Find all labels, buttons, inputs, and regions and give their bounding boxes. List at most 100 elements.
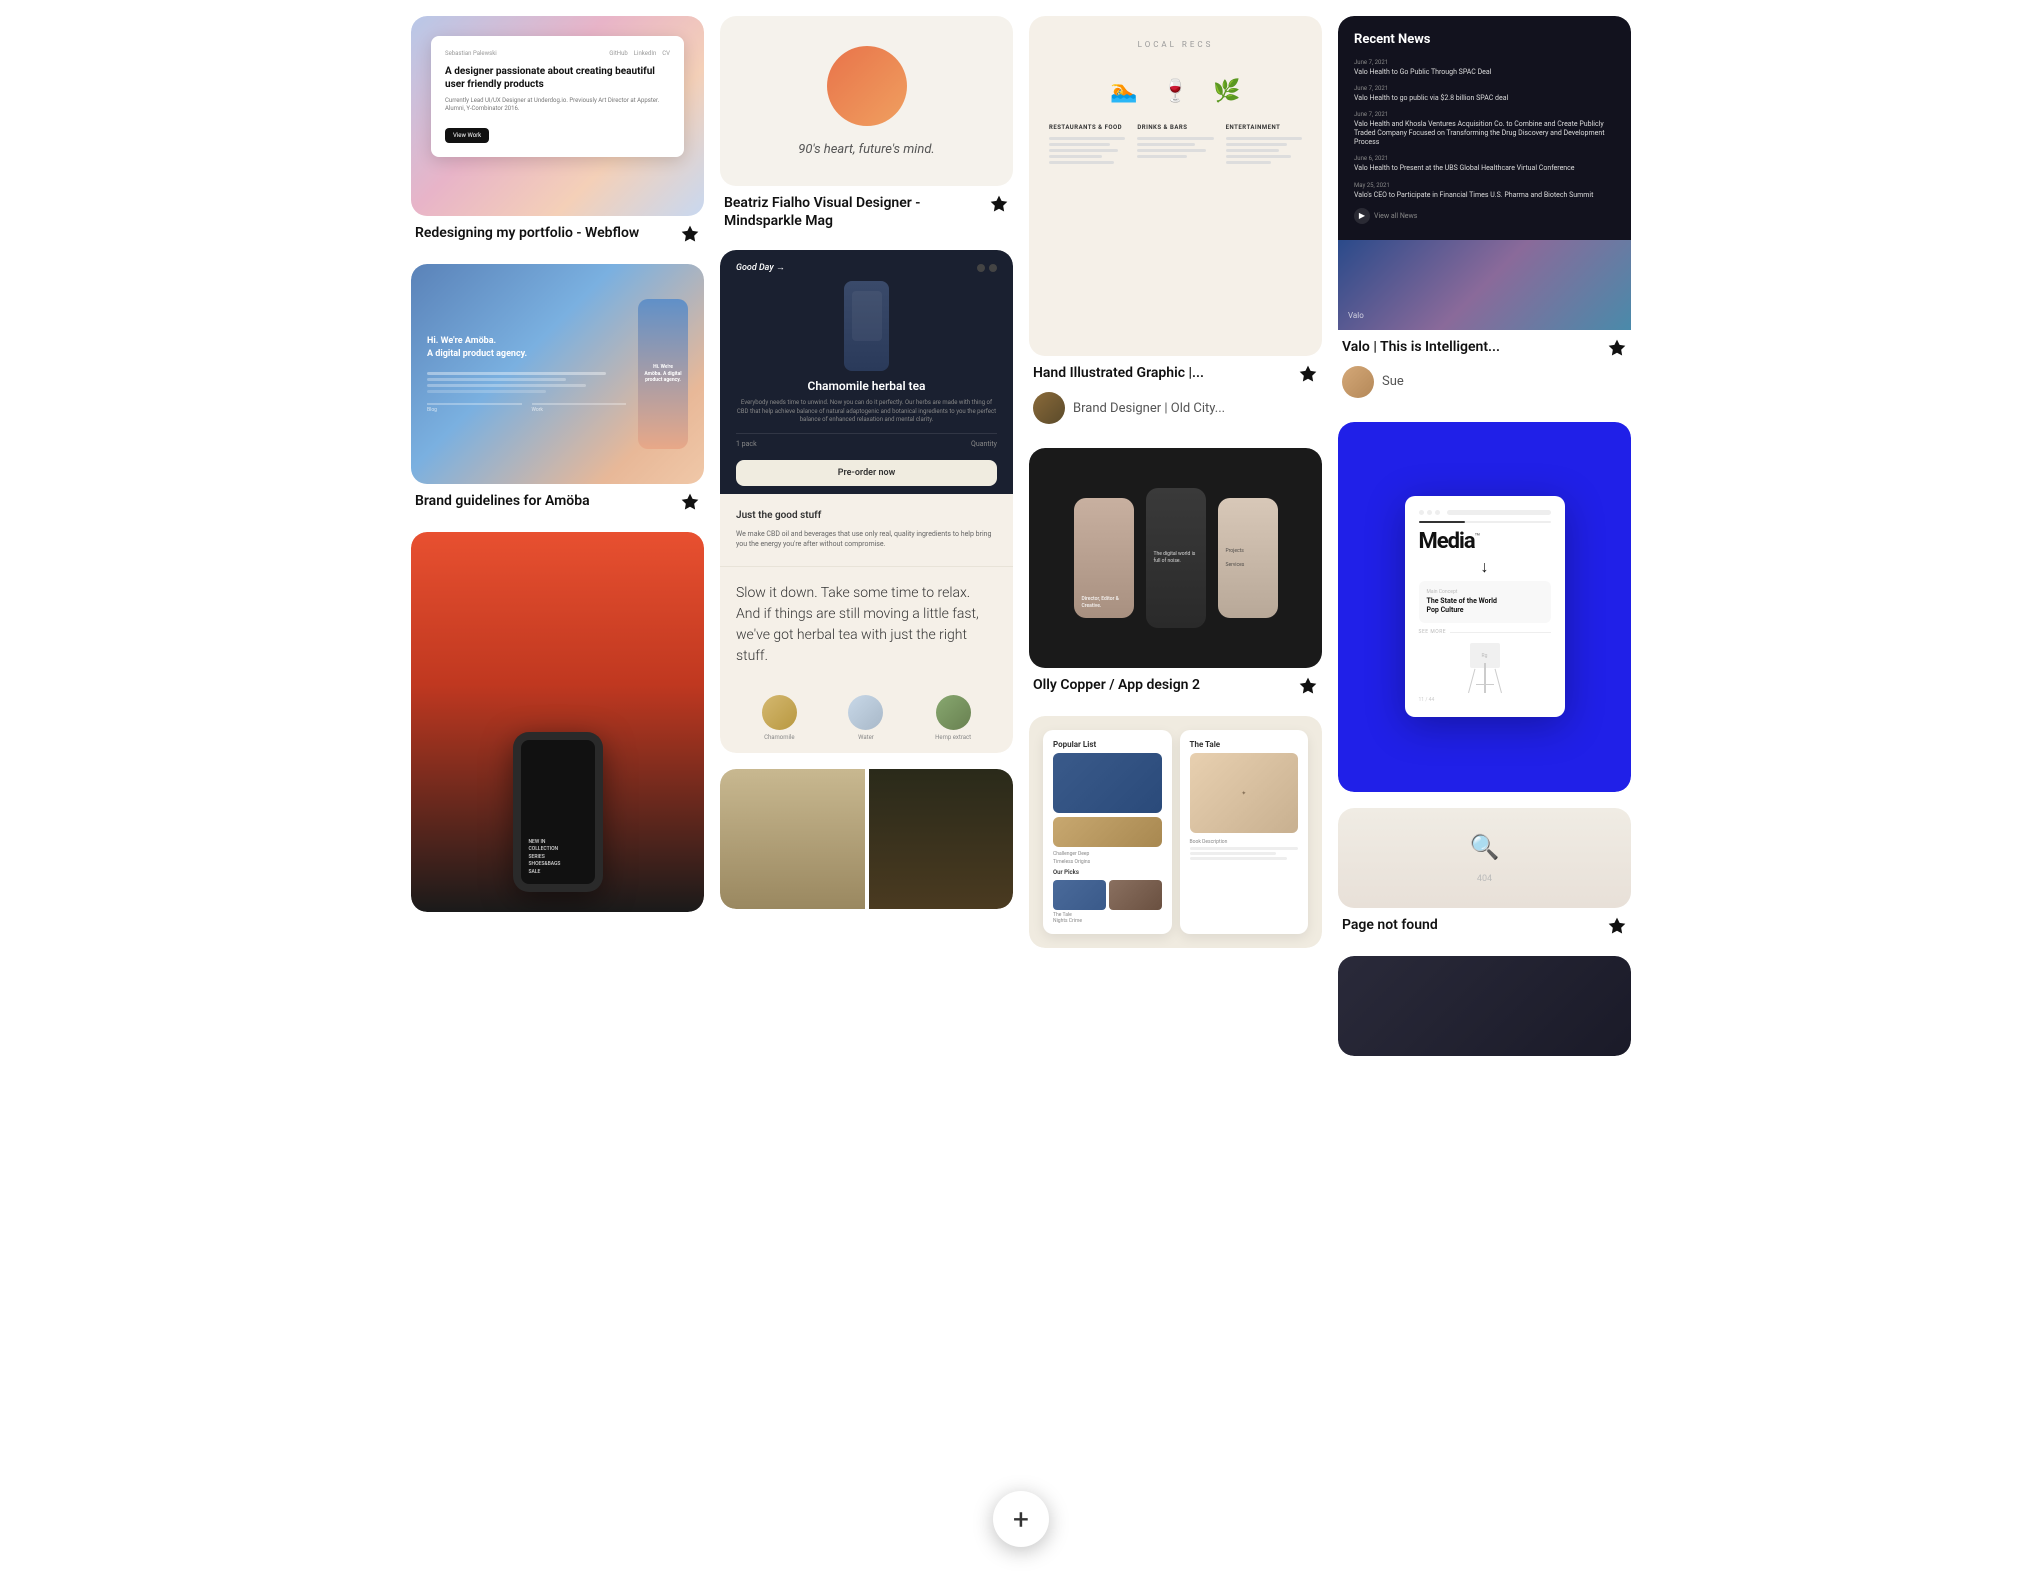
card-portfolio-meta: Redesigning my portfolio - Webflow bbox=[411, 216, 704, 248]
media-title-label: Media™ bbox=[1419, 531, 1551, 553]
amoba-phone-heading: Hi. We're Amöba. A digital product agenc… bbox=[644, 364, 682, 384]
valo-view-all[interactable]: ▶ View all News bbox=[1354, 208, 1615, 224]
local-recs-title: LOCAL RECS bbox=[1049, 40, 1302, 49]
tea-big-text: Slow it down. Take some time to relax. A… bbox=[736, 583, 997, 667]
card-books[interactable]: Popular List Challenger Deep Timeless Or… bbox=[1029, 716, 1322, 948]
tea-preorder-btn[interactable]: Pre-order now bbox=[736, 460, 997, 486]
herb-chamomile-label: Chamomile bbox=[762, 734, 797, 741]
add-button[interactable]: + bbox=[993, 1491, 1049, 1547]
card-local-recs-meta: Hand Illustrated Graphic |... bbox=[1029, 356, 1322, 388]
portfolio-btn[interactable]: View Work bbox=[445, 128, 489, 143]
media-tagline-1: The State of the World bbox=[1427, 597, 1543, 606]
bookmark-icon[interactable] bbox=[1607, 338, 1627, 358]
media-tagline-2: Pop Culture bbox=[1427, 606, 1543, 615]
bookmark-icon[interactable] bbox=[680, 492, 700, 512]
portfolio-name: Sebastian Palewski bbox=[445, 50, 497, 57]
column-1: Sebastian Palewski GitHub LinkedIn CV A … bbox=[411, 16, 704, 1056]
column-4: Recent News June 7, 2021 Valo Health to … bbox=[1338, 16, 1631, 1056]
news-item-5: May 25, 2021 Valo's CEO to Participate i… bbox=[1354, 182, 1615, 200]
author-avatar bbox=[1033, 392, 1065, 424]
card-portfolio-title: Redesigning my portfolio - Webflow bbox=[415, 224, 672, 242]
herb-chamomile: Chamomile bbox=[762, 695, 797, 741]
card-olly[interactable]: Director, Editor & Creative. The digital… bbox=[1029, 448, 1322, 700]
bookmark-icon[interactable] bbox=[1298, 364, 1318, 384]
portfolio-heading: A designer passionate about creating bea… bbox=[445, 65, 670, 91]
local-col-1: RESTAURANTS & FOOD bbox=[1049, 124, 1125, 167]
card-beatriz[interactable]: 90's heart, future's mind. Beatriz Fialh… bbox=[720, 16, 1013, 234]
local-icon-swim: 🏊 bbox=[1110, 79, 1137, 104]
books-phone2-desc-label: Book Description bbox=[1190, 839, 1299, 845]
card-amoba-title: Brand guidelines for Amöba bbox=[415, 492, 672, 510]
author-avatar-sue bbox=[1342, 366, 1374, 398]
card-local-recs[interactable]: LOCAL RECS 🏊 🍷 🌿 RESTAURANTS & FOOD bbox=[1029, 16, 1322, 432]
media-tagline-section: Main Concept The State of the World Pop … bbox=[1419, 581, 1551, 623]
card-local-recs-author[interactable]: Brand Designer | Old City... bbox=[1029, 388, 1322, 432]
media-see-more[interactable]: SEE MORE bbox=[1419, 629, 1447, 635]
portfolio-nav-2: LinkedIn bbox=[634, 50, 657, 57]
books-phone2-title: The Tale bbox=[1190, 740, 1299, 749]
card-olly-meta: Olly Copper / App design 2 bbox=[1029, 668, 1322, 700]
bookmark-icon[interactable] bbox=[989, 194, 1009, 214]
column-3: LOCAL RECS 🏊 🍷 🌿 RESTAURANTS & FOOD bbox=[1029, 16, 1322, 1056]
media-main-concept-label: Main Concept bbox=[1427, 589, 1543, 595]
bookmark-icon[interactable] bbox=[1298, 676, 1318, 696]
valo-recent-news-label: Recent News bbox=[1354, 32, 1615, 47]
tea-product-name: Chamomile herbal tea bbox=[736, 379, 997, 393]
tea-qty-label2: Quantity bbox=[971, 440, 997, 448]
local-icon-wine: 🍷 bbox=[1162, 79, 1189, 104]
media-arrow: ↓ bbox=[1419, 557, 1551, 577]
tea-desc: Everybody needs time to unwind. Now you … bbox=[736, 399, 997, 424]
page-not-found-label: 404 bbox=[1470, 873, 1500, 887]
card-valo-meta: Valo | This is Intelligent... bbox=[1338, 330, 1631, 362]
books-phone1-title: Popular List bbox=[1053, 740, 1162, 749]
column-2: 90's heart, future's mind. Beatriz Fialh… bbox=[720, 16, 1013, 1056]
local-col-1-title: RESTAURANTS & FOOD bbox=[1049, 124, 1125, 131]
bookmark-icon[interactable] bbox=[680, 224, 700, 244]
news-item-1: June 7, 2021 Valo Health to Go Public Th… bbox=[1354, 59, 1615, 77]
tea-body-text: We make CBD oil and beverages that use o… bbox=[736, 529, 997, 550]
local-col-3-title: ENTERTAINMENT bbox=[1226, 124, 1302, 131]
local-col-2: DRINKS & BARS bbox=[1137, 124, 1213, 167]
news-item-2: June 7, 2021 Valo Health to go public vi… bbox=[1354, 85, 1615, 103]
card-valo-title: Valo | This is Intelligent... bbox=[1342, 338, 1599, 356]
card-amoba[interactable]: Hi. We're Amöba.A digital product agency… bbox=[411, 264, 704, 516]
bookmark-icon[interactable] bbox=[1607, 916, 1627, 936]
card-beatriz-title: Beatriz Fialho Visual Designer - Mindspa… bbox=[724, 194, 981, 230]
olly-phone2-text: The digital world is full of noise. bbox=[1154, 551, 1198, 565]
card-tea[interactable]: Good Day → Chamomile herbal tea Everybod… bbox=[720, 250, 1013, 752]
author-name: Brand Designer | Old City... bbox=[1073, 401, 1225, 416]
card-valo[interactable]: Recent News June 7, 2021 Valo Health to … bbox=[1338, 16, 1631, 406]
beatriz-tagline: 90's heart, future's mind. bbox=[798, 142, 935, 157]
portfolio-sub: Currently Lead UI/UX Designer at Underdo… bbox=[445, 97, 670, 114]
herb-water: Water bbox=[848, 695, 883, 741]
herb-hemp: Hemp extract bbox=[935, 695, 971, 741]
card-nature[interactable] bbox=[720, 769, 1013, 909]
tea-section-title: Just the good stuff bbox=[736, 510, 997, 521]
card-page-not-found[interactable]: 🔍 404 Page not found bbox=[1338, 808, 1631, 940]
olly-phone1-text: Director, Editor & Creative. bbox=[1082, 596, 1126, 610]
valo-brand-label: Valo bbox=[1348, 311, 1364, 320]
tea-qty-label: 1 pack bbox=[736, 440, 757, 448]
news-item-4: June 6, 2021 Valo Health to Present at t… bbox=[1354, 155, 1615, 173]
valo-view-all-label: View all News bbox=[1374, 212, 1417, 220]
local-col-2-title: DRINKS & BARS bbox=[1137, 124, 1213, 131]
author-name-sue: Sue bbox=[1382, 374, 1404, 389]
card-media[interactable]: Media™ ↓ Main Concept The State of the W… bbox=[1338, 422, 1631, 792]
local-icon-plant: 🌿 bbox=[1213, 79, 1240, 104]
portfolio-nav-3: CV bbox=[662, 50, 670, 57]
olly-phone3-text: ProjectsServices bbox=[1226, 548, 1270, 569]
card-olly-title: Olly Copper / App design 2 bbox=[1033, 676, 1290, 694]
card-valo-author[interactable]: Sue bbox=[1338, 362, 1631, 406]
add-icon: + bbox=[1013, 1503, 1029, 1536]
card-dark-extra[interactable] bbox=[1338, 956, 1631, 1056]
local-col-3: ENTERTAINMENT bbox=[1226, 124, 1302, 167]
card-beatriz-meta: Beatriz Fialho Visual Designer - Mindspa… bbox=[720, 186, 1013, 234]
masonry-grid: Sebastian Palewski GitHub LinkedIn CV A … bbox=[411, 16, 1631, 1056]
card-page-not-found-meta: Page not found bbox=[1338, 908, 1631, 940]
tea-logo: Good Day → bbox=[736, 262, 785, 273]
card-red[interactable]: NEW INCOLLECTIONSERIESSHOES&BAGSSALE bbox=[411, 532, 704, 912]
books-phone1-picks: Our Picks bbox=[1053, 869, 1162, 876]
amoba-heading: Hi. We're Amöba.A digital product agency… bbox=[427, 335, 626, 360]
card-portfolio[interactable]: Sebastian Palewski GitHub LinkedIn CV A … bbox=[411, 16, 704, 248]
card-local-recs-title: Hand Illustrated Graphic |... bbox=[1033, 364, 1290, 382]
